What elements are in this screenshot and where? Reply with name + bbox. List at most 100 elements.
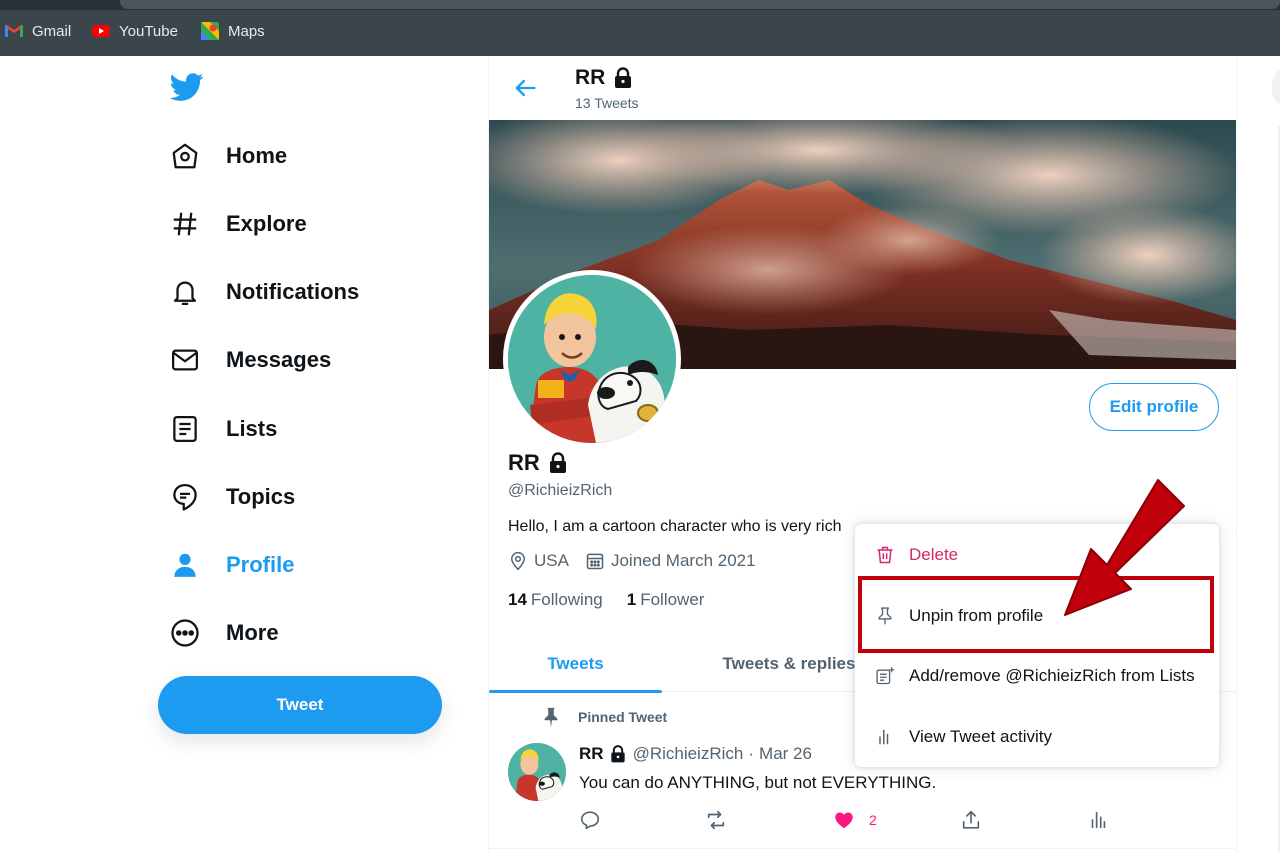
share-icon [962,810,980,829]
maps-icon [201,22,219,40]
person-icon [174,553,196,577]
tweet-date[interactable]: Mar 26 [759,744,812,764]
location-pin-icon [510,551,526,571]
browser-bookmarks-bar: Gmail YouTube Maps [0,0,1280,56]
active-tab-indicator [489,690,662,693]
pinned-text: Pinned Tweet [578,709,668,725]
like-button[interactable]: 2 [833,809,877,831]
nav-notifications[interactable]: Notifications [170,270,359,314]
pin-icon [544,707,558,728]
profile-name-text: RR [508,450,540,475]
reply-button[interactable] [579,809,601,831]
trash-icon [877,546,893,564]
list-icon [173,416,197,442]
menu-item-lists[interactable]: Add/remove @RichieizRich from Lists [855,646,1219,706]
back-arrow-icon[interactable] [511,74,539,102]
lock-icon [611,66,635,90]
following-link[interactable]: 14 Following [508,590,603,610]
heart-filled-icon [835,812,853,829]
tab-label: Tweets & replies [722,653,856,673]
lock-icon [546,451,570,475]
reply-icon [580,811,600,830]
tab-tweets[interactable]: Tweets [489,635,662,693]
browser-tab-strip [0,0,1280,10]
following-label: Following [530,590,603,609]
bookmark-label: YouTube [119,22,178,40]
address-bar-edge [120,0,1280,9]
join-date-text: Joined March 2021 [610,551,756,570]
header-name-text: RR [575,66,606,89]
profile-meta: USA Joined March 2021 [508,551,756,571]
column-divider [1236,56,1237,853]
more-circle-icon [171,619,199,647]
join-date: Joined March 2021 [585,551,756,571]
nav-label: Lists [226,416,278,441]
nav-label: Messages [226,347,332,372]
profile-handle: @RichieizRich [508,482,613,499]
tweet-header: RR @RichieizRich · Mar 26 [579,744,812,764]
header-title: RR [575,66,635,90]
following-count: 14 [508,590,527,609]
nav-label: Profile [226,552,295,577]
like-count: 2 [869,812,877,828]
bookmark-gmail[interactable]: Gmail [4,18,71,44]
profile-avatar[interactable] [503,270,681,448]
calendar-icon [586,553,604,570]
menu-item-label: Add/remove @RichieizRich from Lists [909,666,1195,685]
annotation-arrow-icon [1064,479,1185,616]
bar-chart-icon [1091,811,1106,829]
tweet-separator: · [748,744,755,763]
tweet-compose-button[interactable]: Tweet [158,676,442,734]
pinned-tweet-label: Pinned Tweet [540,706,667,728]
menu-item-label: View Tweet activity [909,727,1052,746]
lock-icon [608,744,628,764]
tweet-handle[interactable]: @RichieizRich [633,744,744,764]
bookmark-maps[interactable]: Maps [200,18,265,44]
tweet-author-name: RR [579,744,604,763]
bar-chart-icon [879,729,889,745]
followers-label: Follower [640,590,705,609]
profile-bio: Hello, I am a cartoon character who is v… [508,518,842,535]
nav-profile[interactable]: Profile [170,543,294,587]
twitter-logo-icon[interactable] [169,70,205,104]
nav-messages[interactable]: Messages [170,338,331,382]
nav-label: Topics [226,484,296,509]
bell-icon [173,281,197,305]
divider [489,848,1236,849]
retweet-button[interactable] [705,809,727,831]
tweet-text: You can do ANYTHING, but not EVERYTHING. [579,773,937,792]
nav-more[interactable]: More [170,611,279,655]
bookmark-label: Gmail [32,22,72,40]
gmail-icon [5,25,23,37]
location: USA [508,551,569,571]
menu-item-view-activity[interactable]: View Tweet activity [855,707,1219,767]
nav-label: More [226,620,279,645]
topics-icon [173,484,197,511]
tweet-author[interactable]: RR [579,744,628,764]
hashtag-icon [173,212,197,236]
nav-home[interactable]: Home [170,134,287,178]
follow-stats: 14 Following 1 Follower [508,590,704,610]
right-sidebar-edge [1272,70,1280,853]
bookmark-youtube[interactable]: YouTube [91,18,178,44]
tweet-count: 13 Tweets [575,95,639,111]
list-add-icon [876,667,895,685]
nav-explore[interactable]: Explore [170,202,307,246]
tab-tweets-and-replies[interactable]: Tweets & replies [714,635,864,692]
share-button[interactable] [960,809,982,831]
tweet-avatar[interactable] [508,743,566,801]
nav-label: Home [226,143,288,168]
menu-item-label: Delete [909,545,959,564]
tweet-analytics-button[interactable] [1087,809,1109,831]
bookmark-label: Maps [228,22,265,40]
home-icon [172,143,198,169]
retweet-icon [707,810,725,830]
followers-link[interactable]: 1 Follower [627,590,705,610]
nav-topics[interactable]: Topics [170,475,295,519]
nav-label: Notifications [226,279,360,304]
nav-label: Explore [226,211,307,236]
envelope-icon [172,349,198,371]
edit-profile-button[interactable]: Edit profile [1089,383,1219,431]
tab-label: Tweets [547,653,604,673]
nav-lists[interactable]: Lists [170,407,277,451]
